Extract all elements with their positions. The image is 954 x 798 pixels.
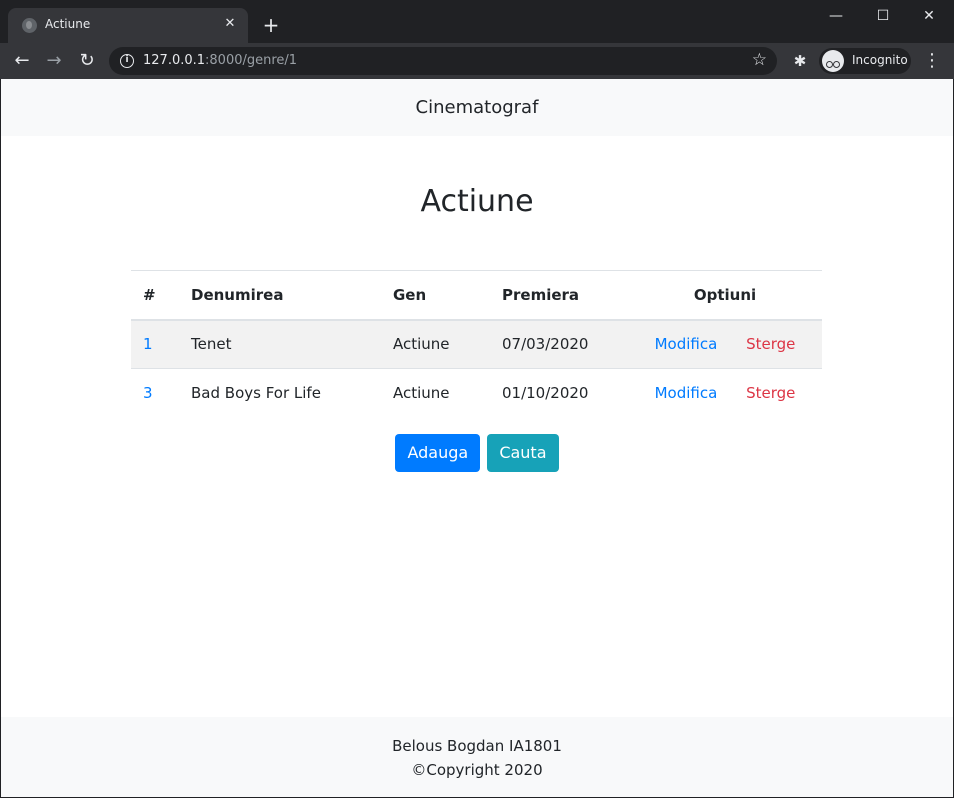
extensions-icon[interactable]: ✱ [790, 51, 810, 71]
incognito-label: Incognito [852, 53, 908, 67]
window-close-icon[interactable]: ✕ [906, 4, 952, 28]
add-button[interactable]: Adauga [395, 434, 481, 472]
table-row: 3 Bad Boys For Life Actiune 01/10/2020 M… [131, 368, 822, 418]
incognito-icon [822, 50, 844, 72]
page-viewport: Cinematograf Actiune # Denumirea Gen Pre… [1, 79, 953, 797]
row-options: Modifica Sterge [628, 319, 822, 369]
minimize-icon[interactable]: — [813, 4, 859, 28]
incognito-badge[interactable]: Incognito [819, 48, 911, 74]
reload-icon[interactable]: ↻ [75, 49, 99, 73]
header-name: Denumirea [179, 270, 381, 321]
back-icon[interactable]: ← [10, 49, 34, 73]
movie-id-link[interactable]: 3 [143, 384, 153, 402]
browser-titlebar: Actiune ✕ + — ☐ ✕ [0, 0, 954, 43]
url-text[interactable]: 127.0.0.1:8000/genre/1 [143, 53, 297, 68]
delete-link[interactable]: Sterge [746, 335, 795, 353]
forward-icon[interactable]: → [42, 49, 66, 73]
header-premiere: Premiera [490, 270, 628, 321]
navbar-brand[interactable]: Cinematograf [1, 97, 953, 118]
menu-icon[interactable]: ⋮ [922, 49, 942, 73]
header-genre: Gen [381, 270, 490, 321]
row-id-cell: 3 [131, 368, 179, 418]
globe-icon [22, 18, 37, 33]
footer-copyright: ©Copyright 2020 [411, 761, 543, 779]
footer-author: Belous Bogdan IA1801 [392, 737, 562, 755]
action-buttons: Adauga Cauta [1, 434, 953, 472]
movie-genre: Actiune [381, 319, 490, 369]
movie-id-link[interactable]: 1 [143, 335, 153, 353]
edit-link[interactable]: Modifica [655, 335, 718, 353]
new-tab-button[interactable]: + [260, 14, 282, 36]
edit-link[interactable]: Modifica [655, 384, 718, 402]
movie-premiere: 07/03/2020 [490, 319, 628, 369]
row-id-cell: 1 [131, 319, 179, 369]
table-row: 1 Tenet Actiune 07/03/2020 Modifica Ster… [131, 319, 822, 369]
movie-name: Bad Boys For Life [179, 368, 381, 418]
star-icon[interactable]: ☆ [752, 50, 767, 70]
movie-name: Tenet [179, 319, 381, 369]
address-bar[interactable]: i 127.0.0.1:8000/genre/1 ☆ [109, 47, 777, 75]
row-options: Modifica Sterge [628, 368, 822, 418]
delete-link[interactable]: Sterge [746, 384, 795, 402]
close-tab-icon[interactable]: ✕ [222, 16, 238, 32]
browser-tab[interactable]: Actiune ✕ [8, 8, 248, 43]
search-button[interactable]: Cauta [487, 434, 559, 472]
tab-title: Actiune [45, 17, 91, 31]
header-options: Optiuni [628, 270, 822, 321]
header-number: # [131, 270, 179, 321]
table-header-row: # Denumirea Gen Premiera Optiuni [131, 270, 822, 321]
browser-toolbar: ← → ↻ i 127.0.0.1:8000/genre/1 ☆ ✱ Incog… [0, 43, 954, 79]
navbar: Cinematograf [1, 79, 953, 136]
movies-table: # Denumirea Gen Premiera Optiuni 1 Tenet… [131, 270, 822, 418]
movie-genre: Actiune [381, 368, 490, 418]
page-title: Actiune [420, 184, 534, 219]
maximize-icon[interactable]: ☐ [860, 4, 906, 28]
movie-premiere: 01/10/2020 [490, 368, 628, 418]
info-icon[interactable]: i [120, 54, 134, 68]
footer: Belous Bogdan IA1801 ©Copyright 2020 [1, 717, 953, 797]
